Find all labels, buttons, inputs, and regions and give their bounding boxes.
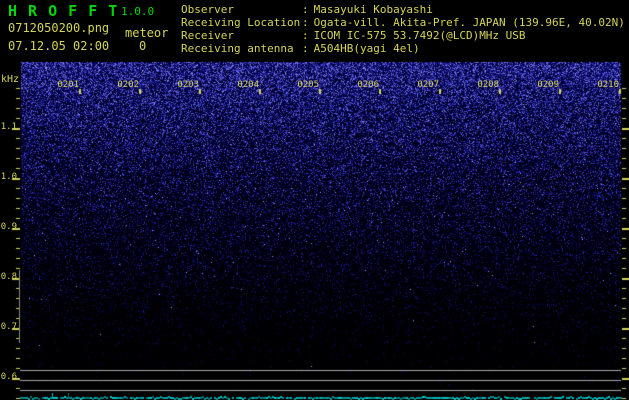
station-info-value: ICOM IC-575 53.7492(@LCD)MHz USB [313, 29, 526, 42]
station-info-value: Ogata-vill. Akita-Pref. JAPAN (139.96E, … [313, 16, 625, 29]
station-info-separator: : [302, 29, 309, 42]
freq-tick-label: 0.8 [0, 272, 17, 282]
station-info-label: Receiving Location [181, 16, 301, 29]
time-tick-label: 0206 [357, 80, 379, 90]
freq-tick-label: 1.0 [0, 172, 17, 182]
time-tick-label: 0205 [297, 80, 319, 90]
output-filename: 0712050200.png [8, 21, 110, 35]
freq-tick-label: 0.7 [0, 322, 17, 332]
station-info-separator: : [302, 42, 309, 55]
station-info: Observer: Masayuki Kobayashi Receiving Loc… [181, 3, 625, 55]
time-tick-label: 0210 [597, 80, 619, 90]
freq-tick-label: 0.9 [0, 222, 17, 232]
time-tick-label: 0209 [537, 80, 559, 90]
station-info-value: Masayuki Kobayashi [313, 3, 433, 16]
station-info-separator: : [302, 16, 309, 29]
time-tick-label: 0204 [237, 80, 259, 90]
station-info-separator: : [302, 3, 309, 16]
station-info-label: Observer [181, 3, 234, 16]
time-tick-label: 0208 [477, 80, 499, 90]
station-info-label: Receiving antenna [181, 42, 294, 55]
mode-label: meteor [125, 26, 169, 40]
station-info-row: Receiving Location: Ogata-vill. Akita-Pre… [181, 16, 625, 29]
station-info-row: Receiving antenna: A504HB(yagi 4el) [181, 42, 625, 55]
station-info-value: A504HB(yagi 4el) [313, 42, 420, 55]
hrofft-screen: H R O F F T 1.0.0 0712050200.png meteor … [0, 0, 629, 400]
time-tick-label: 0203 [177, 80, 199, 90]
station-info-label: Receiver [181, 29, 234, 42]
app-version: 1.0.0 [121, 5, 155, 18]
time-tick-label: 0207 [417, 80, 439, 90]
spectrogram-canvas [0, 0, 629, 400]
time-tick-label: 0202 [117, 80, 139, 90]
app-title: H R O F F T [8, 2, 119, 20]
freq-axis-unit: kHz [1, 74, 20, 85]
freq-tick-label: 0.6 [0, 372, 17, 382]
meteor-count: 0 [139, 39, 147, 53]
time-tick-label: 0201 [57, 80, 79, 90]
station-info-row: Observer: Masayuki Kobayashi [181, 3, 625, 16]
datetime-label: 07.12.05 02:00 [8, 39, 110, 53]
station-info-row: Receiver: ICOM IC-575 53.7492(@LCD)MHz US… [181, 29, 625, 42]
freq-tick-label: 1.1 [0, 122, 17, 132]
